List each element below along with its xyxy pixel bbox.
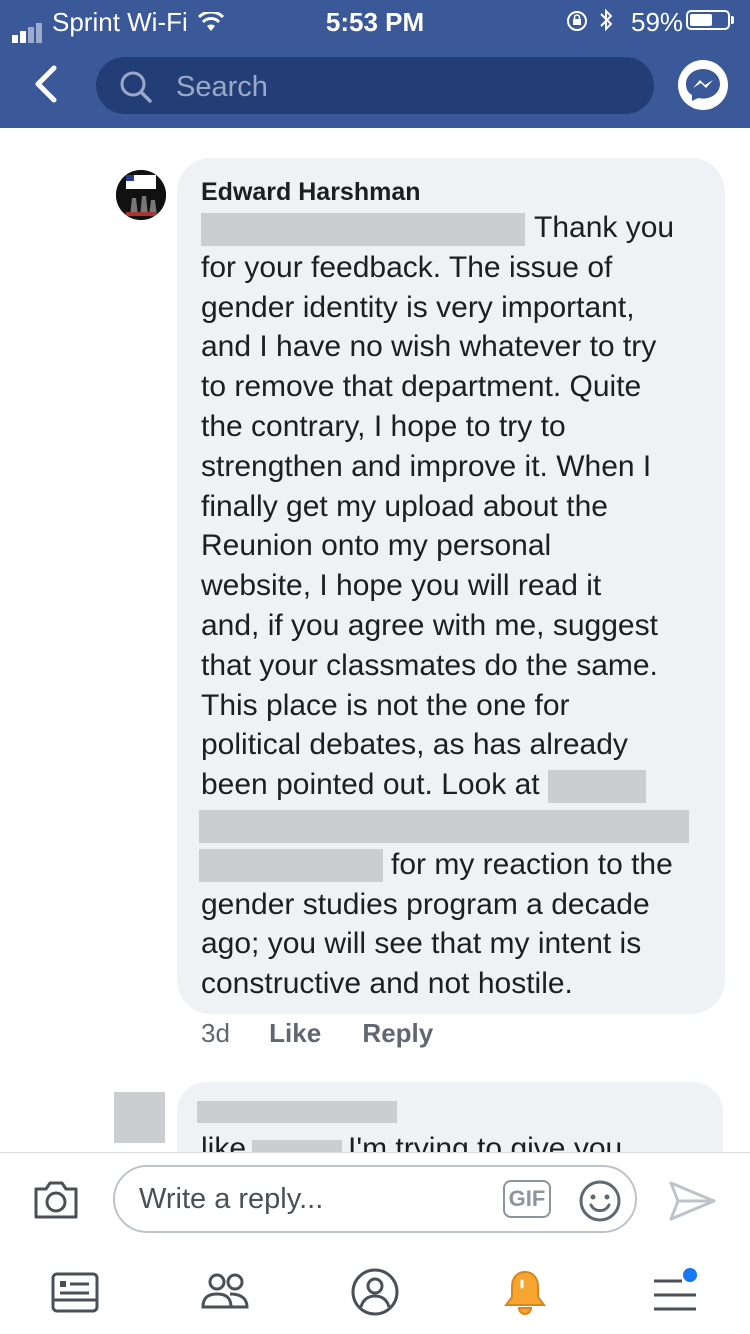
tab-bar [0, 1247, 750, 1334]
status-bar: Sprint Wi-Fi 5:53 PM 59% [0, 0, 750, 43]
redacted-avatar[interactable] [114, 1092, 165, 1143]
redacted-link [199, 849, 383, 883]
reply-composer: Write a reply... GIF [0, 1152, 750, 1248]
comment-line: gender identity is very important, [201, 290, 635, 324]
comment-line: that your classmates do the same. [201, 648, 658, 682]
emoji-button[interactable] [577, 1179, 623, 1228]
messenger-icon [686, 69, 720, 101]
comment-line: finally get my upload about the [201, 489, 608, 523]
comment-line: for your feedback. The issue of [201, 250, 613, 284]
comment-line: political debates, as has already [201, 728, 628, 762]
comment-bubble: Edward Harshman Thank you for your feedb… [177, 158, 725, 1014]
reply-button[interactable]: Reply [362, 1018, 433, 1048]
comment-line: to remove that department. Quite [201, 370, 642, 404]
redacted-link [199, 809, 689, 843]
comment-line: for my reaction to the [199, 845, 721, 885]
back-button[interactable] [28, 62, 68, 106]
news-feed-icon [51, 1272, 99, 1313]
friends-icon [201, 1273, 249, 1309]
comment-body: Thank you for your feedback. The issue o… [199, 208, 721, 1004]
comment-line: been pointed out. Look at [201, 765, 721, 805]
send-button[interactable] [668, 1179, 718, 1228]
comment-line: This place is not the one for [201, 688, 570, 722]
comment-line: website, I hope you will read it [201, 569, 602, 603]
comment-line: gender studies program a decade [201, 887, 650, 921]
gif-button[interactable]: GIF [503, 1180, 551, 1218]
redacted-author [197, 1101, 397, 1123]
comment-line: and, if you agree with me, suggest [201, 608, 658, 642]
tab-profile[interactable] [350, 1267, 400, 1317]
battery-percent: 59% [631, 7, 684, 37]
comment-line: Reunion onto my personal [201, 529, 552, 563]
camera-button[interactable] [32, 1179, 80, 1226]
tab-menu[interactable] [650, 1267, 700, 1317]
tab-news-feed[interactable] [50, 1267, 100, 1317]
comment-line: constructive and not hostile. [201, 967, 573, 1001]
profile-icon [351, 1268, 399, 1316]
bluetooth-icon [600, 8, 613, 32]
comment-line: and I have no wish whatever to try [201, 330, 657, 364]
tab-friends[interactable] [200, 1267, 250, 1317]
tab-notifications[interactable] [500, 1267, 550, 1317]
comment-line: Thank you [201, 208, 721, 248]
search-field[interactable]: Search [96, 57, 654, 114]
top-header: Sprint Wi-Fi 5:53 PM 59% Search [0, 0, 750, 128]
comment-actions: 3d Like Reply [201, 1018, 467, 1049]
search-placeholder: Search [176, 71, 268, 103]
rotation-lock-icon [567, 11, 587, 31]
commenter-avatar[interactable] [116, 170, 166, 220]
notifications-icon [504, 1270, 546, 1315]
like-button[interactable]: Like [269, 1018, 321, 1048]
comment-line: ago; you will see that my intent is [201, 927, 642, 961]
messenger-button[interactable] [678, 60, 728, 110]
reply-placeholder: Write a reply... [139, 1183, 324, 1215]
comment-line: the contrary, I hope to try to [201, 409, 566, 443]
send-icon [669, 1181, 716, 1221]
comment-time: 3d [201, 1018, 230, 1048]
search-icon [120, 71, 152, 103]
comment-line [199, 805, 721, 845]
menu-icon [654, 1268, 697, 1311]
smiley-icon [579, 1180, 621, 1222]
camera-icon [34, 1181, 78, 1219]
chevron-left-icon [35, 65, 57, 103]
reply-input[interactable]: Write a reply... GIF [113, 1165, 637, 1233]
redacted-text [201, 212, 525, 246]
battery-icon [686, 10, 730, 30]
redacted-link [547, 769, 646, 803]
comment-author[interactable]: Edward Harshman [201, 178, 421, 207]
avatar-image [116, 170, 166, 220]
comment-line: strengthen and improve it. When I [201, 449, 652, 483]
battery-tip [731, 16, 734, 24]
